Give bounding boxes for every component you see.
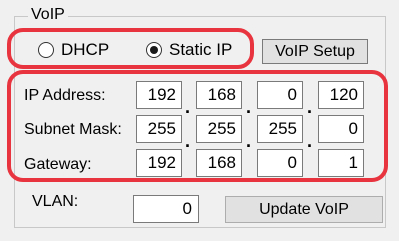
subnet-mask-octet-2[interactable]: 255 bbox=[196, 115, 242, 143]
ip-address-separator: . bbox=[307, 97, 313, 117]
subnet-mask-separator: . bbox=[246, 131, 252, 151]
subnet-mask-separator: . bbox=[307, 131, 313, 151]
gateway-octet-1[interactable]: 192 bbox=[136, 149, 182, 177]
voip-group-title: VoIP bbox=[28, 5, 68, 25]
gateway-separator: . bbox=[185, 165, 191, 185]
vlan-input[interactable]: 0 bbox=[133, 195, 199, 223]
ip-address-octet-1[interactable]: 192 bbox=[136, 81, 182, 109]
subnet-mask-octet-3[interactable]: 255 bbox=[257, 115, 303, 143]
voip-setup-button[interactable]: VoIP Setup bbox=[262, 39, 368, 64]
static-ip-radio-circle[interactable] bbox=[146, 42, 162, 58]
gateway-octet-2[interactable]: 168 bbox=[196, 149, 242, 177]
subnet-mask-separator: . bbox=[185, 131, 191, 151]
dhcp-radio[interactable]: DHCP bbox=[38, 38, 109, 62]
ip-address-octet-3[interactable]: 0 bbox=[257, 81, 303, 109]
gateway-label: Gateway: bbox=[24, 156, 92, 173]
vlan-label: VLAN: bbox=[32, 193, 79, 210]
subnet-mask-label: Subnet Mask: bbox=[24, 121, 122, 138]
ip-address-octet-2[interactable]: 168 bbox=[196, 81, 242, 109]
ip-address-octet-4[interactable]: 120 bbox=[318, 81, 364, 109]
gateway-octet-3[interactable]: 0 bbox=[257, 149, 303, 177]
gateway-octet-4[interactable]: 1 bbox=[318, 149, 364, 177]
gateway-separator: . bbox=[246, 165, 252, 185]
ip-address-separator: . bbox=[185, 97, 191, 117]
ip-address-separator: . bbox=[246, 97, 252, 117]
voip-panel: VoIP DHCP Static IP VoIP Setup IP Addres… bbox=[0, 0, 399, 241]
subnet-mask-octet-1[interactable]: 255 bbox=[136, 115, 182, 143]
static-ip-radio[interactable]: Static IP bbox=[146, 38, 232, 62]
dhcp-radio-label: DHCP bbox=[61, 40, 110, 59]
dhcp-radio-circle[interactable] bbox=[38, 42, 54, 58]
gateway-separator: . bbox=[307, 165, 313, 185]
ip-address-label: IP Address: bbox=[24, 87, 106, 104]
radio-selected-dot bbox=[150, 46, 158, 54]
subnet-mask-octet-4[interactable]: 0 bbox=[318, 115, 364, 143]
static-ip-radio-label: Static IP bbox=[169, 40, 233, 59]
update-voip-button[interactable]: Update VoIP bbox=[225, 196, 383, 223]
